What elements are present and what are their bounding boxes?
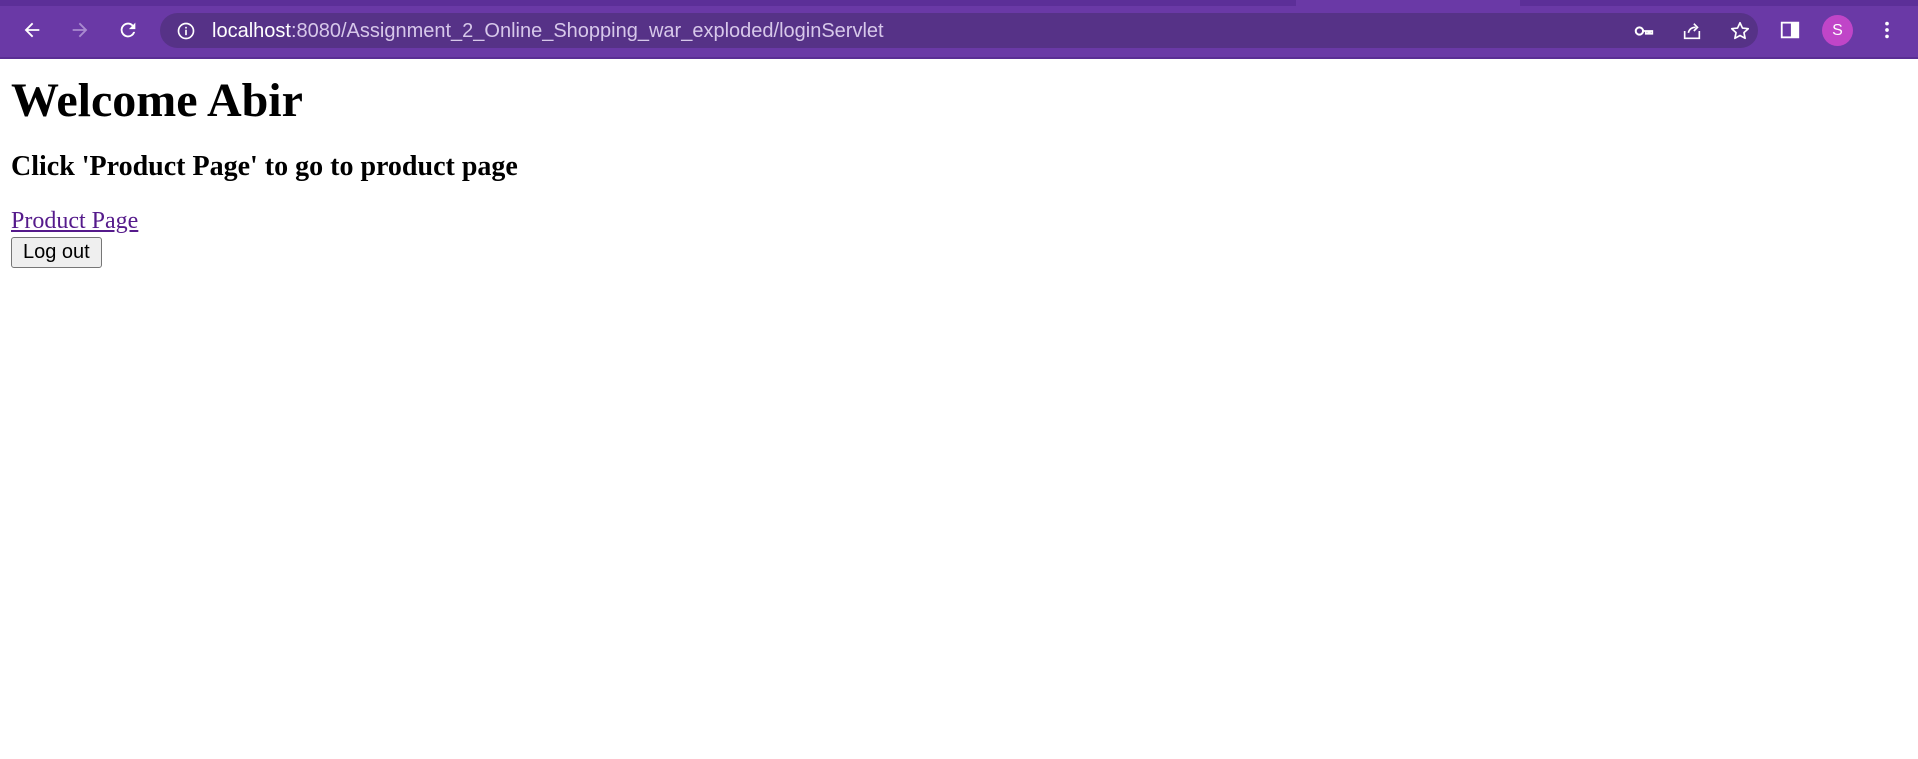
arrow-left-icon xyxy=(24,22,40,38)
url-path: :8080/Assignment_2_Online_Shopping_war_e… xyxy=(290,20,884,42)
reload-icon xyxy=(120,22,136,38)
welcome-heading: Welcome Abir xyxy=(11,74,303,127)
more-vertical-icon xyxy=(1885,21,1889,39)
browser-toolbar: localhost:8080/Assignment_2_Online_Shopp… xyxy=(0,0,1918,59)
url-text[interactable]: localhost:8080/Assignment_2_Online_Shopp… xyxy=(212,20,884,42)
info-circle-icon[interactable] xyxy=(176,21,196,41)
url-host: localhost xyxy=(212,20,291,42)
page-content: Welcome Abir Click 'Product Page' to go … xyxy=(0,59,1918,759)
profile-avatar[interactable]: S xyxy=(1822,15,1853,46)
logout-button[interactable]: Log out xyxy=(11,237,102,268)
product-page-link[interactable]: Product Page xyxy=(11,208,138,235)
instruction-text: Click 'Product Page' to go to product pa… xyxy=(11,151,518,182)
active-tab[interactable] xyxy=(1296,0,1520,6)
side-panel-icon xyxy=(1780,21,1800,39)
star-icon xyxy=(1730,21,1750,40)
share-button[interactable] xyxy=(1679,18,1705,44)
bookmark-button[interactable] xyxy=(1727,18,1753,44)
password-button[interactable] xyxy=(1631,18,1657,44)
forward-button[interactable] xyxy=(62,12,98,48)
tab-strip xyxy=(0,0,1918,6)
browser-menu-button[interactable] xyxy=(1872,15,1902,45)
share-icon xyxy=(1683,23,1701,40)
side-panel-button[interactable] xyxy=(1775,15,1805,45)
back-button[interactable] xyxy=(14,12,50,48)
key-icon xyxy=(1634,26,1654,36)
arrow-right-icon xyxy=(72,22,88,38)
address-bar[interactable]: localhost:8080/Assignment_2_Online_Shopp… xyxy=(160,13,1758,48)
reload-button[interactable] xyxy=(110,12,146,48)
